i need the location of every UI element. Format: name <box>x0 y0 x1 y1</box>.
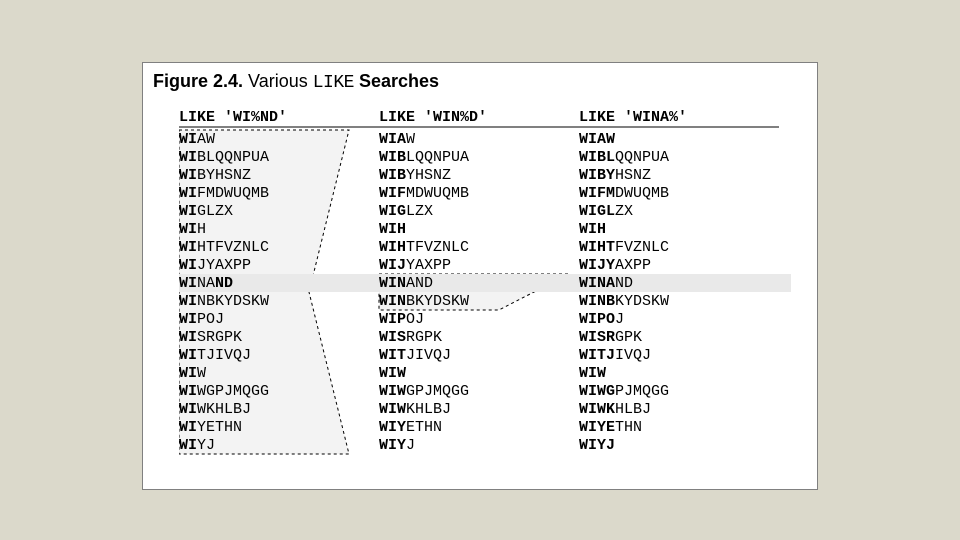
word-cell: WIH <box>579 221 606 238</box>
word-cell: WITJIVQJ <box>179 347 251 364</box>
word-cell: WINBKYDSKW <box>579 293 669 310</box>
caption-keyword: LIKE <box>313 73 354 93</box>
word-cell: WIW <box>179 365 206 382</box>
caption-fig: Figure 2.4. <box>153 71 243 91</box>
word-cell: WITJIVQJ <box>579 347 651 364</box>
word-cell: WIGLZX <box>579 203 633 220</box>
word-cell: WISRGPK <box>179 329 242 346</box>
word-cell: WIPOJ <box>379 311 424 328</box>
word-cell: WIH <box>379 221 406 238</box>
word-cell: WIBYHSNZ <box>379 167 451 184</box>
word-cell: WIBLQQNPUA <box>579 149 669 166</box>
word-cell: WIAW <box>579 131 615 148</box>
word-cell: WIYETHN <box>579 419 642 436</box>
caption-rest: Searches <box>354 71 439 91</box>
word-cell: WINAND <box>579 275 633 292</box>
word-cell: WIYJ <box>579 437 615 454</box>
word-cell: WISRGPK <box>579 329 642 346</box>
column-header: LIKE 'WI%ND' <box>179 109 287 126</box>
word-cell: WIJYAXPP <box>579 257 651 274</box>
word-cell: WIGLZX <box>179 203 233 220</box>
word-cell: WINAND <box>179 275 233 292</box>
word-cell: WIWKHLBJ <box>179 401 251 418</box>
word-cell: WIJYAXPP <box>379 257 451 274</box>
word-cell: WINBKYDSKW <box>379 293 469 310</box>
word-cell: WIFMDWUQMB <box>179 185 269 202</box>
word-cell: WIFMDWUQMB <box>379 185 469 202</box>
word-cell: WIH <box>179 221 206 238</box>
word-cell: WIWGPJMQGG <box>379 383 469 400</box>
word-cell: WIFMDWUQMB <box>579 185 669 202</box>
word-cell: WIGLZX <box>379 203 433 220</box>
figure-caption: Figure 2.4. Various LIKE Searches <box>153 71 439 93</box>
word-cell: WIW <box>579 365 606 382</box>
word-cell: WIPOJ <box>179 311 224 328</box>
word-cell: WIHTFVZNLC <box>379 239 469 256</box>
word-cell: WIYJ <box>379 437 415 454</box>
word-cell: WIPOJ <box>579 311 624 328</box>
word-cell: WINBKYDSKW <box>179 293 269 310</box>
word-cell: WIBYHSNZ <box>579 167 651 184</box>
caption-mid: Various <box>243 71 313 91</box>
word-cell: WIJYAXPP <box>179 257 251 274</box>
word-cell: WIWKHLBJ <box>579 401 651 418</box>
word-cell: WIAW <box>379 131 415 148</box>
word-cell: WIYJ <box>179 437 215 454</box>
word-cell: WIWGPJMQGG <box>179 383 269 400</box>
word-cell: WIHTFVZNLC <box>179 239 269 256</box>
word-cell: WISRGPK <box>379 329 442 346</box>
word-cell: WITJIVQJ <box>379 347 451 364</box>
column-header: LIKE 'WINA%' <box>579 109 687 126</box>
word-cell: WIWKHLBJ <box>379 401 451 418</box>
word-cell: WIBYHSNZ <box>179 167 251 184</box>
word-cell: WIWGPJMQGG <box>579 383 669 400</box>
word-cell: WIW <box>379 365 406 382</box>
word-cell: WINAND <box>379 275 433 292</box>
word-cell: WIHTFVZNLC <box>579 239 669 256</box>
word-cell: WIYETHN <box>179 419 242 436</box>
figure-body: LIKE 'WI%ND' LIKE 'WIN%D' LIKE 'WINA%' WIAW… <box>179 103 791 483</box>
column-header: LIKE 'WIN%D' <box>379 109 487 126</box>
word-cell: WIAW <box>179 131 215 148</box>
word-cell: WIYETHN <box>379 419 442 436</box>
word-cell: WIBLQQNPUA <box>379 149 469 166</box>
figure-frame: Figure 2.4. Various LIKE Searches LIKE '… <box>142 62 818 490</box>
word-cell: WIBLQQNPUA <box>179 149 269 166</box>
